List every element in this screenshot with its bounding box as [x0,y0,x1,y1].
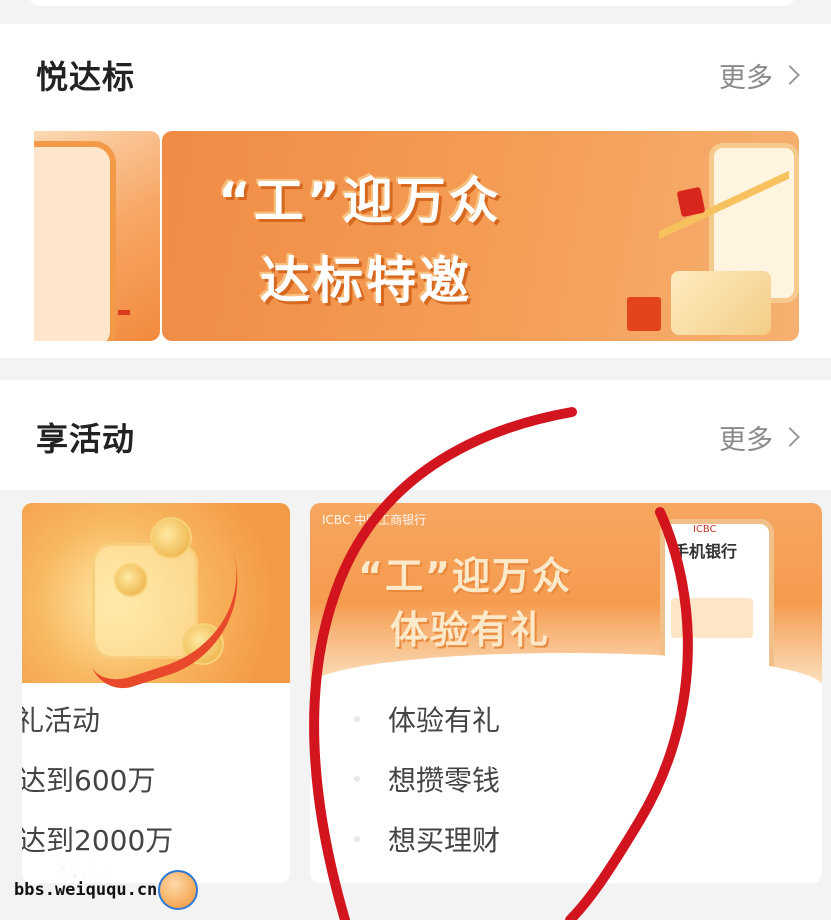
watermark-url: bbs.weiququ.cn [14,880,158,900]
coupon-illustration [671,598,753,638]
bank-logo-text: ICBC 中国工商银行 [322,513,427,527]
bullet-icon [354,716,360,722]
list-item[interactable]: 想攒零钱 [388,759,500,799]
banner-carousel-prev-slide[interactable] [34,131,160,341]
bullet-icon [354,776,360,782]
activity-card-image [22,503,290,697]
mascot-icon [158,870,198,910]
card-image-title-line1: “工”迎万众 [358,554,572,598]
more-label: 更多 [719,424,773,456]
chevron-right-icon [780,427,800,447]
carousel-indicator [118,310,130,315]
section-title: 悦达标 [36,58,136,96]
red-envelope-icon [676,186,706,218]
banner-title-line2: 达标特邀 [260,252,472,310]
gift-box-icon [627,297,661,331]
more-link[interactable]: 更多 [719,56,800,95]
list-item[interactable]: 体验有礼 [388,699,500,739]
list-item[interactable]: 达到2000万 [22,819,173,859]
watermark: 微趣趣 bbs.weiququ.cn [14,856,214,910]
previous-card-edge [28,0,796,6]
bank-card-illustration [671,271,771,335]
banner-title-line1: “工”迎万众 [218,172,502,230]
bullet-icon [354,836,360,842]
section-title: 享活动 [36,420,136,458]
list-item[interactable]: 想买理财 [388,819,500,859]
phone-title-label: 手机银行 [673,542,738,561]
more-label: 更多 [719,62,773,94]
phone-illustration: ICBC 手机银行 [660,519,774,679]
activity-card-1[interactable]: 礼活动 达到600万 达到2000万 [22,503,290,883]
phone-brand-label: ICBC [693,524,717,535]
list-item[interactable]: 礼活动 [22,699,100,739]
watermark-title: 微趣趣 [60,861,112,882]
chevron-right-icon [780,65,800,85]
list-item[interactable]: 达到600万 [22,759,155,799]
coin-icon [150,517,192,559]
more-link[interactable]: 更多 [719,418,800,457]
phone-illustration [34,141,116,341]
section-yueda-header: 悦达标 更多 [36,50,800,100]
section-activity: 享活动 更多 [0,380,831,490]
activity-card-image: ICBC 中国工商银行 “工”迎万众 体验有礼 ICBC 手机银行 [310,503,822,693]
activity-card-2[interactable]: ICBC 中国工商银行 “工”迎万众 体验有礼 ICBC 手机银行 体验有礼 想… [310,503,822,883]
section-activity-header: 享活动 更多 [36,412,800,462]
card-image-title-line2: 体验有礼 [390,608,551,652]
banner-yueda[interactable]: “工”迎万众 达标特邀 [162,131,799,341]
